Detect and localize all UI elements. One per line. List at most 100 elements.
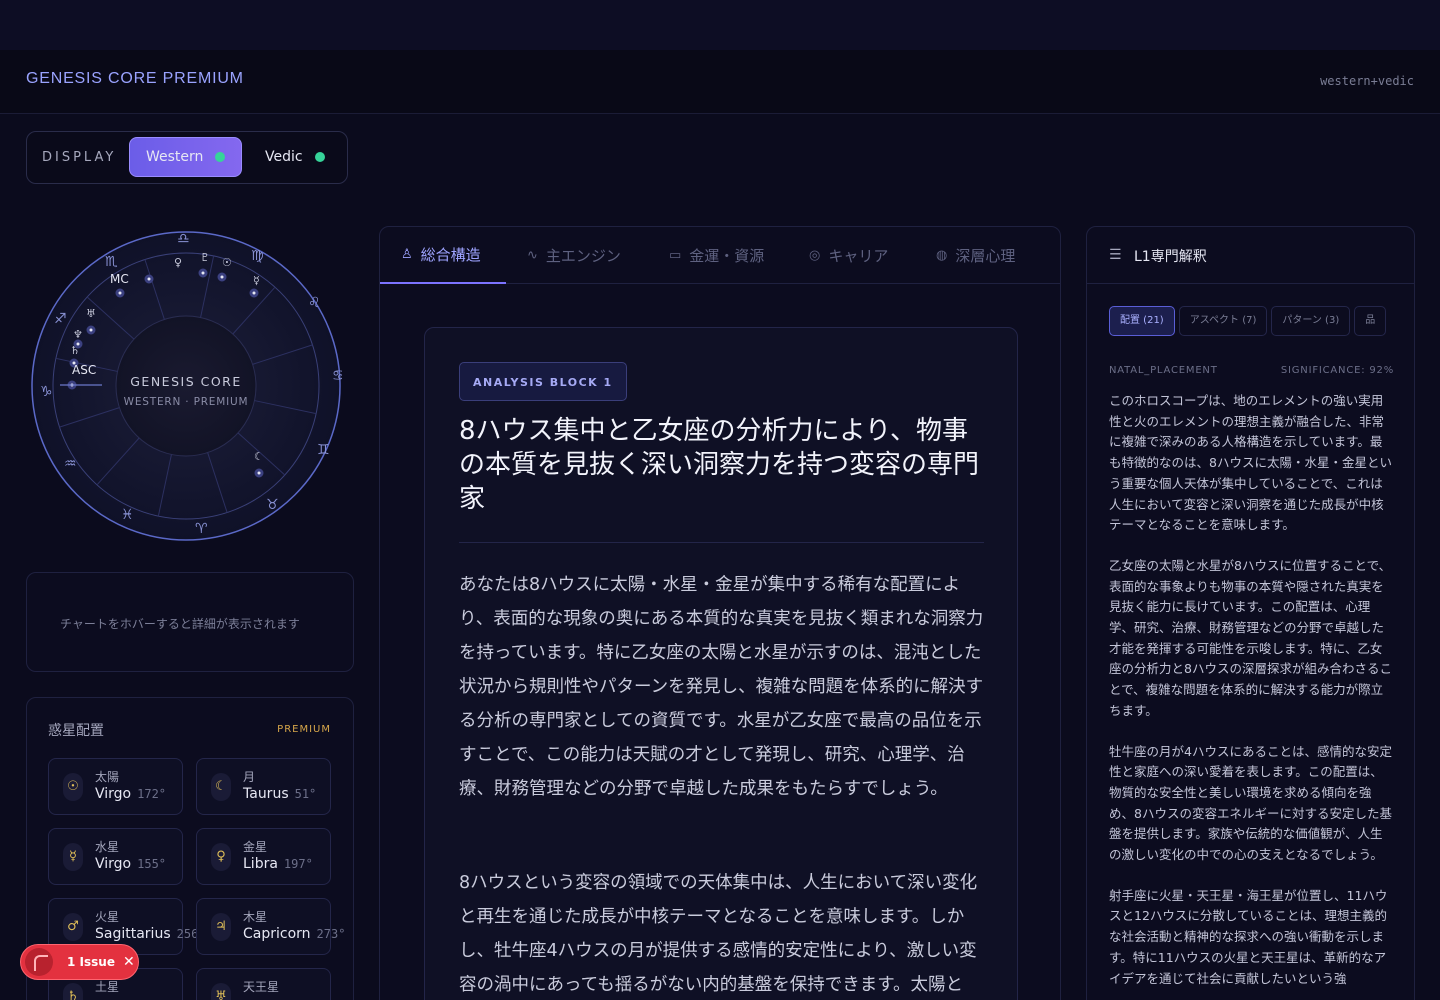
- planet-glyph-icon: ♇: [200, 251, 210, 264]
- premium-badge: PREMIUM: [277, 724, 331, 735]
- person-icon: ♙: [401, 247, 413, 262]
- meta-type: NATAL_PLACEMENT: [1109, 365, 1218, 376]
- chip-aspect[interactable]: アスペクト (7): [1178, 306, 1268, 336]
- planet-glyph-icon: ♄: [63, 983, 83, 1000]
- status-dot-icon: [314, 152, 325, 162]
- natal-chart-wheel[interactable]: ♎ ♍ ♌ ♋ ♊ ♉ ♈ ♓ ♒ ♑ ♐ ♏ ♀ ♇ ☉ ☿ ♅ ♆ ♄ ☾ ASC MC GENESIS COR…: [30, 230, 345, 542]
- planet-name: 木星: [243, 910, 268, 924]
- meta-significance: SIGNIFICANCE: 92%: [1280, 365, 1394, 376]
- planet-name: 天王星: [243, 980, 280, 994]
- tab-career[interactable]: ◎ キャリア: [788, 227, 909, 284]
- planet-card[interactable]: ☾ 月 Taurus 51°: [196, 758, 331, 815]
- chip-placement[interactable]: 配置 (21): [1109, 306, 1175, 336]
- planet-marker[interactable]: [86, 325, 96, 335]
- planet-name: 土星: [95, 980, 120, 994]
- western-label: Western: [146, 149, 204, 165]
- planet-degree: 155°: [137, 857, 167, 871]
- planet-card[interactable]: ♃ 木星 Capricorn 273°: [196, 898, 345, 955]
- planet-sign-name: Sagittarius: [95, 926, 171, 942]
- activity-icon: ∿: [527, 248, 538, 263]
- tab-label: 深層心理: [955, 247, 1016, 265]
- tab-psychology[interactable]: ◍ 深層心理: [915, 227, 1036, 284]
- planet-marker[interactable]: [254, 468, 264, 478]
- display-toggle-group: DISPLAY Western Vedic: [26, 131, 348, 184]
- zodiac-sign-icon: ♑: [40, 384, 53, 400]
- analysis-paragraph: 8ハウスという変容の領域での天体集中は、人生において深い変化と再生を通じた成長が…: [459, 873, 978, 995]
- close-icon[interactable]: ✕: [123, 954, 135, 970]
- zodiac-sign-icon: ♎: [177, 231, 190, 247]
- planet-card[interactable]: ☉ 太陽 Virgo 172°: [48, 758, 183, 815]
- planet-marker[interactable]: [144, 274, 154, 284]
- tab-finance[interactable]: ▭ 金運・資源: [648, 227, 785, 284]
- planet-marker[interactable]: [198, 268, 208, 278]
- planet-glyph-icon: ☿: [253, 274, 260, 287]
- planet-sign: Sagittarius 256°: [95, 926, 206, 942]
- zodiac-sign-icon: ♐: [54, 311, 67, 327]
- chip-pattern[interactable]: パターン (3): [1271, 306, 1351, 336]
- analysis-title: 8ハウス集中と乙女座の分析力により、物事の本質を見抜く深い洞察力を持つ変容の専門…: [459, 416, 980, 514]
- zodiac-sign-icon: ♓: [121, 507, 134, 523]
- asc-label: ASC: [72, 363, 96, 377]
- wheel-svg: ♎ ♍ ♌ ♋ ♊ ♉ ♈ ♓ ♒ ♑ ♐ ♏ ♀ ♇ ☉ ☿ ♅♆ ♄ ☾ ASC MC GENESIS COR…: [31, 231, 345, 541]
- panel-header: ☰ L1専門解釈: [1087, 227, 1414, 284]
- panel-title: L1専門解釈: [1134, 249, 1207, 265]
- zodiac-sign-icon: ♍: [251, 248, 264, 264]
- next-logo-icon: [25, 948, 53, 976]
- database-icon: ☰: [1109, 247, 1122, 263]
- planets-title: 惑星配置: [48, 723, 104, 739]
- planet-sign: [95, 996, 101, 1000]
- mode-tag: western+vedic: [1320, 74, 1414, 88]
- status-dot-icon: [215, 152, 225, 162]
- planet-glyph-icon: ♀: [211, 843, 231, 871]
- planet-card[interactable]: ☿ 水星 Virgo 155°: [48, 828, 183, 885]
- chip-dignity[interactable]: 品: [1354, 306, 1387, 336]
- planet-degree: 172°: [137, 787, 167, 801]
- tab-overall[interactable]: ♙ 総合構造: [380, 227, 506, 284]
- issue-badge[interactable]: 1 Issue ✕: [20, 944, 139, 980]
- zodiac-sign-icon: ♌: [308, 295, 321, 311]
- planet-glyph-icon: ☾: [211, 773, 231, 801]
- hover-hint: チャートをホバーすると詳細が表示されます: [60, 617, 300, 631]
- planet-sign-name: Taurus: [243, 786, 289, 802]
- planet-sign-name: Capricorn: [243, 926, 311, 942]
- planet-glyph-icon: ☉: [63, 773, 83, 801]
- tab-label: 主エンジン: [545, 247, 621, 265]
- planet-card[interactable]: ♅ 天王星: [196, 968, 331, 1000]
- vedic-toggle[interactable]: Vedic: [249, 137, 345, 177]
- wheel-center-subtitle: WESTERN · PREMIUM: [124, 396, 249, 408]
- app-header: GENESIS CORE PREMIUM western+vedic: [0, 50, 1440, 114]
- planet-marker[interactable]: [249, 288, 259, 298]
- planet-marker[interactable]: [217, 272, 227, 282]
- analysis-tabs: ♙ 総合構造 ∿ 主エンジン ▭ 金運・資源 ◎ キャリア ◍ 深層心理: [380, 227, 1060, 284]
- category-chips: 配置 (21) アスペクト (7) パターン (3) 品: [1109, 306, 1394, 336]
- mc-label: MC: [110, 272, 129, 286]
- tab-label: 金運・資源: [689, 247, 765, 265]
- tab-main-engine[interactable]: ∿ 主エンジン: [506, 227, 642, 284]
- interpretation-paragraph: 乙女座の太陽と水星が8ハウスに位置することで、表面的な事象よりも物事の本質や隠さ…: [1109, 557, 1392, 718]
- western-toggle[interactable]: Western: [129, 137, 242, 177]
- planet-sign-name: Virgo: [95, 856, 132, 872]
- meta-row: NATAL_PLACEMENT SIGNIFICANCE: 92%: [1109, 365, 1394, 376]
- expert-interpretation-panel: ☰ L1専門解釈 配置 (21) アスペクト (7) パターン (3) 品 NATAL…: [1086, 226, 1415, 1000]
- planet-glyph-icon: ☾: [254, 450, 264, 463]
- zodiac-sign-icon: ♏: [105, 254, 118, 270]
- interpretation-body: このホロスコープは、地のエレメントの強い実用性と火のエレメントの理想主義が融合し…: [1109, 391, 1394, 1000]
- zodiac-sign-icon: ♊: [317, 442, 330, 458]
- analysis-paragraph: あなたは8ハウスに太陽・水星・金星が集中する稀有な配置により、表面的な現象の奥に…: [459, 575, 984, 799]
- interpretation-paragraph: このホロスコープは、地のエレメントの強い実用性と火のエレメントの理想主義が融合し…: [1109, 393, 1392, 533]
- planet-glyph-icon: ♅: [211, 983, 231, 1000]
- planet-glyph-icon: ☿: [63, 843, 83, 871]
- mc-marker[interactable]: [115, 288, 125, 298]
- planet-glyph-icon: ♅: [86, 307, 96, 320]
- zodiac-sign-icon: ♈: [195, 521, 208, 537]
- target-icon: ◎: [809, 248, 821, 263]
- tab-label: キャリア: [828, 247, 889, 265]
- planet-sign: Libra 197°: [243, 856, 313, 872]
- brain-icon: ◍: [936, 248, 948, 263]
- planet-glyph-icon: ☉: [222, 256, 232, 269]
- planet-name: 月: [243, 770, 256, 784]
- planet-glyph-icon: ♄: [70, 344, 80, 357]
- analysis-block: ANALYSIS BLOCK 1 8ハウス集中と乙女座の分析力により、物事の本質…: [424, 327, 1018, 1000]
- planet-glyph-icon: ♀: [174, 256, 182, 269]
- planet-card[interactable]: ♀ 金星 Libra 197°: [196, 828, 331, 885]
